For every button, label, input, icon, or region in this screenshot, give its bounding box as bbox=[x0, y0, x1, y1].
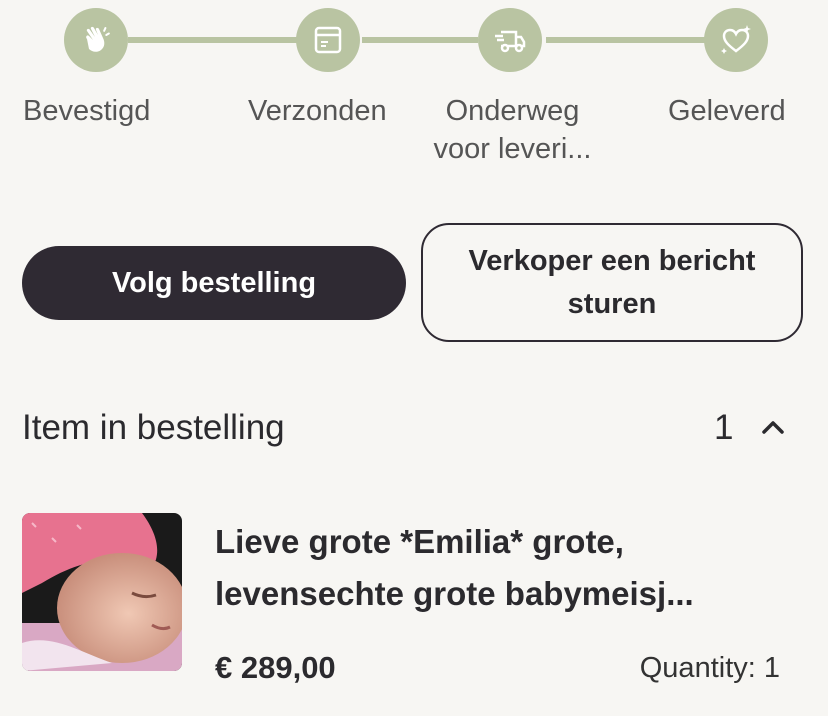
step-label-delivered: Geleverd bbox=[668, 95, 786, 127]
step-confirmed-circle bbox=[64, 8, 128, 72]
message-seller-button[interactable]: Verkoper een bericht sturen bbox=[421, 223, 803, 342]
items-count: 1 bbox=[714, 408, 734, 447]
product-image bbox=[22, 513, 182, 671]
items-section-title: Item in bestelling bbox=[22, 408, 285, 447]
track-order-button[interactable]: Volg bestelling bbox=[22, 246, 406, 320]
step-label-confirmed: Bevestigd bbox=[23, 95, 151, 127]
product-thumbnail[interactable] bbox=[22, 513, 182, 671]
step-shipped-circle bbox=[296, 8, 360, 72]
waving-hand-icon bbox=[86, 26, 110, 52]
progress-connector bbox=[546, 37, 708, 43]
product-title[interactable]: Lieve grote *Emilia* grote, levensechte … bbox=[215, 516, 815, 620]
step-delivered-circle bbox=[704, 8, 768, 72]
product-price: € 289,00 bbox=[215, 650, 336, 685]
product-quantity: Quantity: 1 bbox=[639, 652, 780, 684]
step-label-shipped: Verzonden bbox=[248, 95, 387, 127]
heart-sparkle-icon bbox=[721, 25, 751, 54]
progress-connector bbox=[362, 37, 478, 43]
package-icon bbox=[314, 26, 342, 54]
step-label-in-transit: Onderweg voor leveri... bbox=[433, 95, 592, 165]
step-in-transit-circle bbox=[478, 8, 542, 72]
order-progress-tracker: Bevestigd Verzonden Onderweg voor leveri… bbox=[0, 0, 828, 190]
chevron-up-icon[interactable] bbox=[760, 416, 786, 438]
delivery-truck-icon bbox=[495, 30, 526, 53]
progress-connector bbox=[128, 37, 298, 43]
